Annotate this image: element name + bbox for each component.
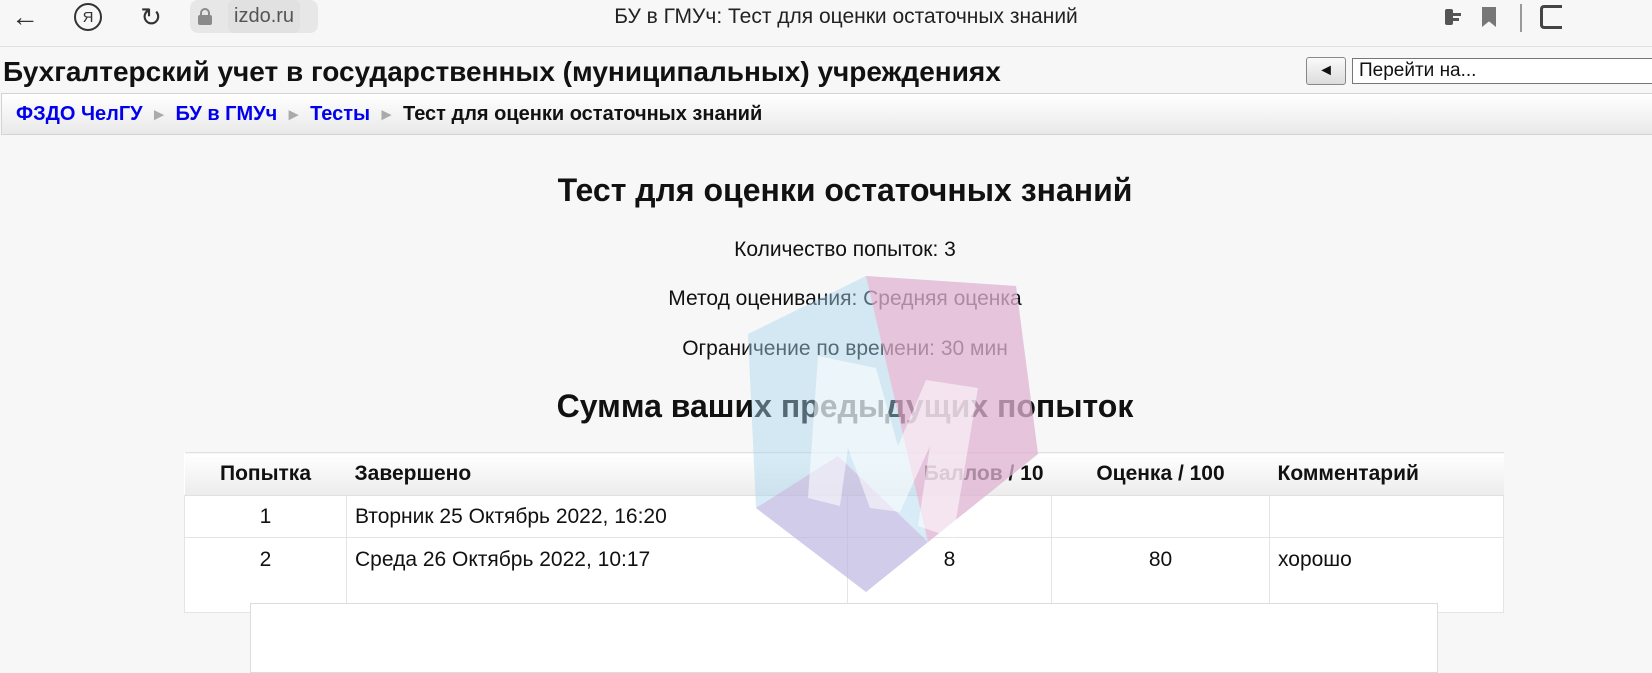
header-points: Баллов / 10 — [847, 452, 1052, 496]
summary-title: Сумма ваших предыдущих попыток — [556, 388, 1134, 424]
cell-comment: хорошо — [1269, 537, 1504, 613]
cell-attempt: 1 — [184, 495, 347, 538]
cell-points: 8 — [847, 537, 1052, 613]
extension-icon[interactable] — [1536, 0, 1566, 34]
header-grade: Оценка / 100 — [1051, 452, 1270, 496]
content-box — [250, 603, 1438, 673]
table-row: 2 Среда 26 Октябрь 2022, 10:17 8 80 хоро… — [184, 537, 1504, 613]
breadcrumb-current: Тест для оценки остаточных знаний — [402, 103, 763, 125]
header-completed: Завершено — [346, 452, 848, 496]
breadcrumb-separator: ► — [285, 105, 303, 124]
attempts-table: Попытка Завершено Баллов / 10 Оценка / 1… — [184, 452, 1504, 613]
breadcrumb: ФЗДО ЧелГУ ► БУ в ГМУч ► Тесты ► Тест для оцен… — [16, 94, 762, 134]
course-title: Бухгалтерский учет в государственных (му… — [3, 56, 1001, 87]
header-comment: Комментарий — [1269, 452, 1504, 496]
quiz-title: Тест для оценки остаточных знаний — [557, 172, 1133, 208]
cell-grade: 80 — [1051, 537, 1270, 613]
time-limit: Ограничение по времени: 30 мин — [682, 337, 1008, 360]
browser-toolbar: ← Я ↻ izdo.ru БУ в ГМУч: Тест для оценки… — [0, 0, 1652, 47]
table-header-row: Попытка Завершено Баллов / 10 Оценка / 1… — [184, 452, 1504, 496]
table-row: 1 Вторник 25 Октябрь 2022, 16:20 — [184, 495, 1504, 538]
cell-attempt: 2 — [184, 537, 347, 613]
breadcrumb-link-tests[interactable]: Тесты — [310, 103, 370, 125]
cell-points — [847, 495, 1052, 538]
page-tab-title: БУ в ГМУч: Тест для оценки остаточных зн… — [614, 5, 1078, 28]
cell-completed: Вторник 25 Октябрь 2022, 16:20 — [346, 495, 848, 538]
header-attempt: Попытка — [184, 452, 347, 496]
grading-method: Метод оценивания: Средняя оценка — [668, 287, 1022, 310]
toolbar-divider — [1520, 4, 1522, 32]
breadcrumb-link-course[interactable]: БУ в ГМУч — [175, 103, 277, 125]
breadcrumb-separator: ► — [150, 105, 168, 124]
cell-completed: Среда 26 Октябрь 2022, 10:17 — [346, 537, 848, 613]
breadcrumb-separator: ► — [378, 105, 395, 124]
nav-prev-button[interactable]: ◄ — [1306, 57, 1346, 85]
jump-to-select[interactable]: Перейти на... — [1352, 58, 1652, 84]
breadcrumb-link-fzdo[interactable]: ФЗДО ЧелГУ — [16, 103, 143, 125]
password-key-icon[interactable] — [1440, 0, 1466, 34]
cell-grade — [1051, 495, 1270, 538]
cell-comment — [1269, 495, 1504, 538]
breadcrumb-bar: ФЗДО ЧелГУ ► БУ в ГМУч ► Тесты ► Тест для оцен… — [1, 93, 1652, 135]
attempts-info: Количество попыток: 3 — [734, 238, 956, 261]
bookmark-icon[interactable] — [1476, 0, 1502, 34]
